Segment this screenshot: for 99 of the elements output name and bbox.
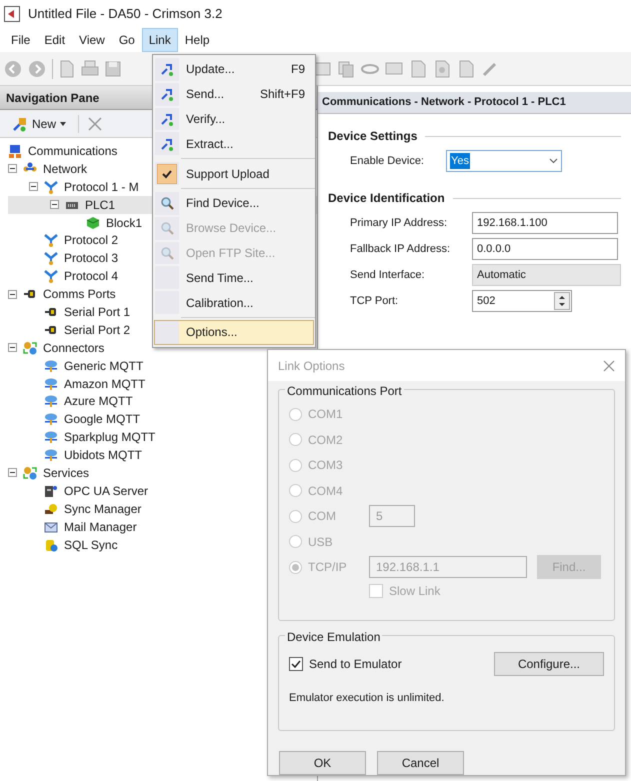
- collapse-icon[interactable]: [50, 200, 59, 210]
- caret-icon: [60, 122, 66, 126]
- tree-item[interactable]: Serial Port 2: [64, 320, 130, 339]
- status-text: Emulator execution is unlimited.: [289, 690, 446, 706]
- tree-item[interactable]: Communications: [28, 142, 118, 160]
- cloud-icon: [44, 376, 58, 391]
- cloud-icon: [44, 394, 58, 408]
- tree-item[interactable]: Generic MQTT: [64, 356, 144, 375]
- menu-item[interactable]: Send Time...: [154, 265, 314, 290]
- gears-icon: [23, 466, 37, 480]
- section-title: Device Identification: [328, 190, 445, 207]
- magnifier-icon: [160, 221, 174, 236]
- app-icon: [4, 6, 20, 22]
- menu-item[interactable]: Help: [178, 28, 217, 52]
- collapse-icon[interactable]: [8, 290, 17, 299]
- collapse-icon[interactable]: [29, 182, 38, 192]
- menu-item[interactable]: Extract...: [154, 131, 314, 156]
- field-label: Primary IP Address:: [350, 216, 448, 231]
- page-icon: [433, 60, 451, 78]
- breadcrumb: Communications - Network - Protocol 1 - PLC1: [318, 92, 631, 114]
- menu-item[interactable]: Update... F9: [154, 57, 314, 82]
- window-title: Untitled File - DA50 - Crimson 3.2: [28, 5, 222, 24]
- checkmark-icon: [157, 164, 177, 184]
- server-icon: [44, 484, 58, 498]
- chevron-down-icon: [549, 158, 558, 164]
- tree-item[interactable]: SQL Sync: [64, 536, 118, 554]
- field-label: TCP Port:: [350, 294, 400, 309]
- dialog-button[interactable]: Cancel: [377, 751, 464, 775]
- delete-icon: [87, 116, 104, 132]
- checkmark-icon: [291, 658, 301, 668]
- tree-item[interactable]: Serial Port 1: [64, 302, 130, 321]
- stack-icon: [337, 60, 355, 78]
- dialog-button[interactable]: OK: [279, 751, 366, 775]
- field-label: Send Interface:: [350, 268, 426, 283]
- collapse-icon[interactable]: [8, 343, 17, 352]
- branch-icon: [44, 180, 58, 194]
- menu-item[interactable]: Go: [112, 28, 142, 52]
- checkbox[interactable]: Send to Emulator: [289, 654, 402, 672]
- cloud-icon: [44, 358, 58, 373]
- cloud-icon: [44, 412, 58, 426]
- dropdown[interactable]: Yes: [446, 150, 562, 172]
- gears-icon: [23, 340, 37, 355]
- cube-icon: [86, 216, 100, 230]
- tree-item[interactable]: Services: [43, 464, 90, 482]
- document-icon: [59, 60, 75, 78]
- tree-item[interactable]: Ubidots MQTT: [64, 446, 142, 464]
- tree-item[interactable]: Network: [43, 160, 88, 178]
- spin-arrows-icon: [554, 292, 570, 310]
- tree-item[interactable]: Azure MQTT: [64, 392, 133, 410]
- field-label: Enable Device:: [350, 154, 425, 169]
- new-button[interactable]: New: [8, 114, 70, 132]
- tree-item[interactable]: PLC1: [85, 196, 116, 214]
- input-field[interactable]: 192.168.1.100: [472, 212, 618, 234]
- tree-item[interactable]: Amazon MQTT: [64, 374, 146, 393]
- tree-item[interactable]: Connectors: [43, 338, 104, 357]
- tree-item[interactable]: Protocol 1 - M: [64, 178, 139, 196]
- magnifier-icon: [160, 246, 174, 260]
- menu-item[interactable]: File: [4, 28, 38, 52]
- tree-item[interactable]: Sync Manager: [64, 500, 142, 518]
- branch-icon: [44, 269, 58, 284]
- menu-item[interactable]: Options...: [154, 320, 314, 345]
- tree-item[interactable]: Google MQTT: [64, 410, 140, 428]
- printer-icon: [81, 60, 99, 78]
- page-icon: [457, 60, 475, 78]
- menu-item[interactable]: Edit: [37, 28, 72, 52]
- menu-item[interactable]: View: [72, 28, 112, 52]
- branch-icon: [44, 251, 58, 266]
- menu-item[interactable]: Find Device...: [154, 190, 314, 216]
- dialog-title: Link Options: [278, 358, 345, 374]
- section-title: Device Settings: [328, 128, 418, 145]
- tree-item[interactable]: Protocol 4: [64, 267, 118, 286]
- tree-item[interactable]: Mail Manager: [64, 518, 137, 536]
- tree-item[interactable]: Block1: [106, 214, 142, 232]
- envelope-icon: [44, 520, 58, 534]
- readonly-field: Automatic: [472, 264, 621, 286]
- input-field[interactable]: 0.0.0.0: [472, 238, 618, 260]
- back-icon: [4, 60, 22, 78]
- page-icon: [409, 60, 427, 78]
- menu-item[interactable]: Support Upload: [154, 161, 314, 186]
- spinner-field[interactable]: 502: [472, 290, 572, 312]
- tree-item[interactable]: Protocol 3: [64, 249, 118, 268]
- forward-icon: [28, 60, 46, 78]
- tree-item[interactable]: Comms Ports: [43, 285, 116, 304]
- menu-item[interactable]: Link: [142, 28, 178, 52]
- field-label: Fallback IP Address:: [350, 242, 452, 257]
- collapse-icon[interactable]: [8, 164, 17, 174]
- cloud-icon: [44, 430, 58, 444]
- configure-button[interactable]: Configure...: [494, 652, 604, 676]
- branch-icon: [44, 233, 58, 248]
- screen-icon: [385, 60, 403, 78]
- tree-item[interactable]: Sparkplug MQTT: [64, 428, 156, 446]
- tree-item[interactable]: OPC UA Server: [64, 482, 148, 500]
- cloud-icon: [44, 448, 58, 462]
- tree-item[interactable]: Protocol 2: [64, 231, 118, 250]
- save-icon: [105, 60, 121, 78]
- magnifier-icon: [160, 196, 174, 210]
- close-icon[interactable]: [603, 360, 615, 372]
- menu-item[interactable]: Calibration...: [154, 290, 314, 315]
- collapse-icon[interactable]: [8, 468, 17, 478]
